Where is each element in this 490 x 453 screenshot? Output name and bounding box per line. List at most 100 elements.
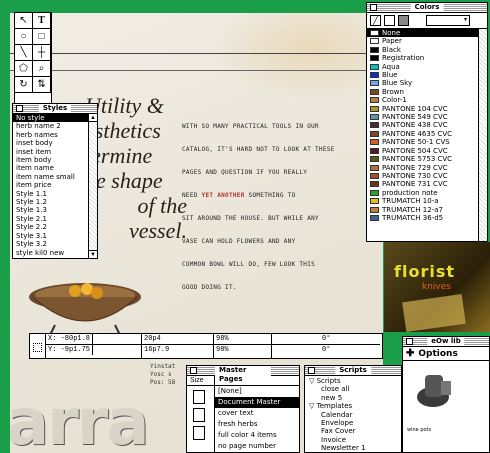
scale-x-field[interactable]: 98% (214, 334, 271, 345)
style-item[interactable]: item body (13, 156, 88, 164)
color-item[interactable]: PANTONE 50-1 CVS (367, 138, 478, 146)
style-item[interactable]: Style 1.3 (13, 206, 88, 214)
close-box-icon[interactable] (406, 338, 413, 345)
scale-y-field[interactable]: 98% (214, 345, 271, 355)
colors-scrollbar[interactable] (478, 29, 487, 241)
size-column-header[interactable]: Size (187, 376, 215, 385)
color-item[interactable]: Black (367, 46, 478, 54)
master-pages-titlebar[interactable]: Master Pages (187, 366, 299, 384)
add-icon[interactable]: ✚ (406, 348, 414, 359)
script-item[interactable]: new 5 (305, 394, 401, 402)
master-page-item[interactable]: Document Master (215, 397, 299, 408)
scroll-down-arrow-icon[interactable]: ▼ (89, 250, 97, 258)
style-item[interactable]: item name (13, 164, 88, 172)
color-item[interactable]: Blue Sky (367, 79, 478, 87)
color-item[interactable]: PANTONE 504 CVC (367, 147, 478, 155)
options-menu[interactable]: Options (418, 349, 457, 359)
style-item[interactable]: inset item (13, 148, 88, 156)
color-item[interactable]: PANTONE 731 CVC (367, 180, 478, 188)
script-item[interactable]: Calendar (305, 411, 401, 419)
angle-value[interactable]: 0° (320, 334, 380, 344)
scroll-up-arrow-icon[interactable]: ▲ (89, 114, 97, 122)
library-item[interactable]: wine pots (403, 361, 489, 441)
reference-point-icon[interactable] (30, 334, 46, 358)
color-item[interactable]: PANTONE 4635 CVC (367, 130, 478, 138)
color-item[interactable]: PANTONE 104 CVC (367, 105, 478, 113)
colors-titlebar[interactable]: Colors (367, 3, 487, 13)
style-item[interactable]: herb names (13, 131, 88, 139)
shade-dropdown[interactable]: ▾ (426, 15, 470, 26)
script-folder[interactable]: ▽ Templates (305, 402, 401, 410)
style-item[interactable]: Style 1.1 (13, 190, 88, 198)
script-item[interactable]: Envelope (305, 419, 401, 427)
color-item[interactable]: TRUMATCH 36-d5 (367, 214, 478, 222)
disclosure-triangle-icon[interactable]: ▽ (309, 377, 317, 385)
skew-value[interactable]: 0° (320, 345, 380, 355)
styles-titlebar[interactable]: Styles (13, 104, 97, 114)
master-page-item[interactable]: cover text (215, 408, 299, 419)
color-item[interactable]: Color-1 (367, 96, 478, 104)
color-item[interactable]: PANTONE 5753 CVC (367, 155, 478, 163)
style-item[interactable]: item price (13, 181, 88, 189)
polygon-tool-icon[interactable]: ⬠ (15, 61, 33, 77)
bowl-image[interactable] (25, 275, 145, 337)
scale-y-value[interactable]: 98% (214, 345, 231, 355)
master-page-item[interactable]: no page number (215, 441, 299, 452)
line-tool-icon[interactable]: ╲ (15, 45, 33, 61)
color-item[interactable]: None (367, 29, 478, 38)
close-box-icon[interactable] (190, 367, 197, 374)
color-item[interactable]: PANTONE 438 CVC (367, 121, 478, 129)
master-page-item[interactable]: fresh herbs (215, 419, 299, 430)
master-page-item[interactable]: full color 4 items (215, 430, 299, 441)
color-item[interactable]: PANTONE 549 CVC (367, 113, 478, 121)
master-page-item[interactable]: [None] (215, 386, 299, 397)
zoom-tool-icon[interactable]: ⌕ (33, 61, 51, 77)
skew-field[interactable]: 0° (272, 345, 380, 355)
rectangle-tool-icon[interactable]: □ (33, 29, 51, 45)
rotate-tool-icon[interactable]: ↻ (15, 77, 33, 93)
y-value[interactable]: Y: -9p1.75 (46, 345, 94, 355)
x-field[interactable]: X: -80p1.8 (46, 334, 141, 345)
style-item[interactable]: Style 3.2 (13, 240, 88, 248)
color-item[interactable]: TRUMATCH 10-a (367, 197, 478, 205)
text-tool-icon[interactable]: T (33, 13, 51, 29)
script-item[interactable]: Invoice (305, 436, 401, 444)
style-item[interactable]: style kil0 new (13, 249, 88, 257)
close-box-icon[interactable] (308, 367, 315, 374)
w-value[interactable]: 20p4 (142, 334, 163, 344)
style-item[interactable]: Style 2.1 (13, 215, 88, 223)
oval-tool-icon[interactable]: ○ (15, 29, 33, 45)
w-field[interactable]: 20p4 (142, 334, 213, 345)
pointer-tool-icon[interactable]: ↖ (15, 13, 33, 29)
fill-color-icon[interactable] (398, 15, 409, 26)
library-titlebar[interactable]: eOw lib (403, 337, 489, 347)
frame-color-icon[interactable] (384, 15, 395, 26)
florist-image[interactable]: florist knives (384, 242, 490, 332)
style-item[interactable]: herb name 2 (13, 122, 88, 130)
styles-scrollbar[interactable]: ▲ ▼ (88, 114, 97, 258)
color-item[interactable]: Registration (367, 54, 478, 62)
color-item[interactable]: Paper (367, 37, 478, 45)
close-box-icon[interactable] (16, 105, 23, 112)
style-item[interactable]: Style 1.2 (13, 198, 88, 206)
angle-field[interactable]: 0° (272, 334, 380, 345)
script-item[interactable]: Newsletter 1 (305, 444, 401, 452)
color-item[interactable]: PANTONE 730 CVC (367, 172, 478, 180)
h-value[interactable]: 16p7.9 (142, 345, 171, 355)
color-item[interactable]: PANTONE 729 CVC (367, 164, 478, 172)
style-item[interactable]: Style 2.2 (13, 223, 88, 231)
color-item[interactable]: production note (367, 189, 478, 197)
y-field[interactable]: Y: -9p1.75 (46, 345, 141, 355)
crop-tool-icon[interactable]: ⇅ (33, 77, 51, 93)
style-item[interactable]: No style (13, 114, 88, 123)
h-field[interactable]: 16p7.9 (142, 345, 213, 355)
crosshair-tool-icon[interactable]: ┼ (33, 45, 51, 61)
script-folder[interactable]: ▽ Scripts (305, 377, 401, 385)
color-item[interactable]: Blue (367, 71, 478, 79)
x-value[interactable]: X: -80p1.8 (46, 334, 94, 344)
scale-x-value[interactable]: 98% (214, 334, 231, 344)
script-item[interactable]: Fax Cover (305, 427, 401, 435)
pen-icon[interactable]: ╱ (370, 15, 381, 26)
style-item[interactable]: item name small (13, 173, 88, 181)
close-box-icon[interactable] (370, 4, 377, 11)
